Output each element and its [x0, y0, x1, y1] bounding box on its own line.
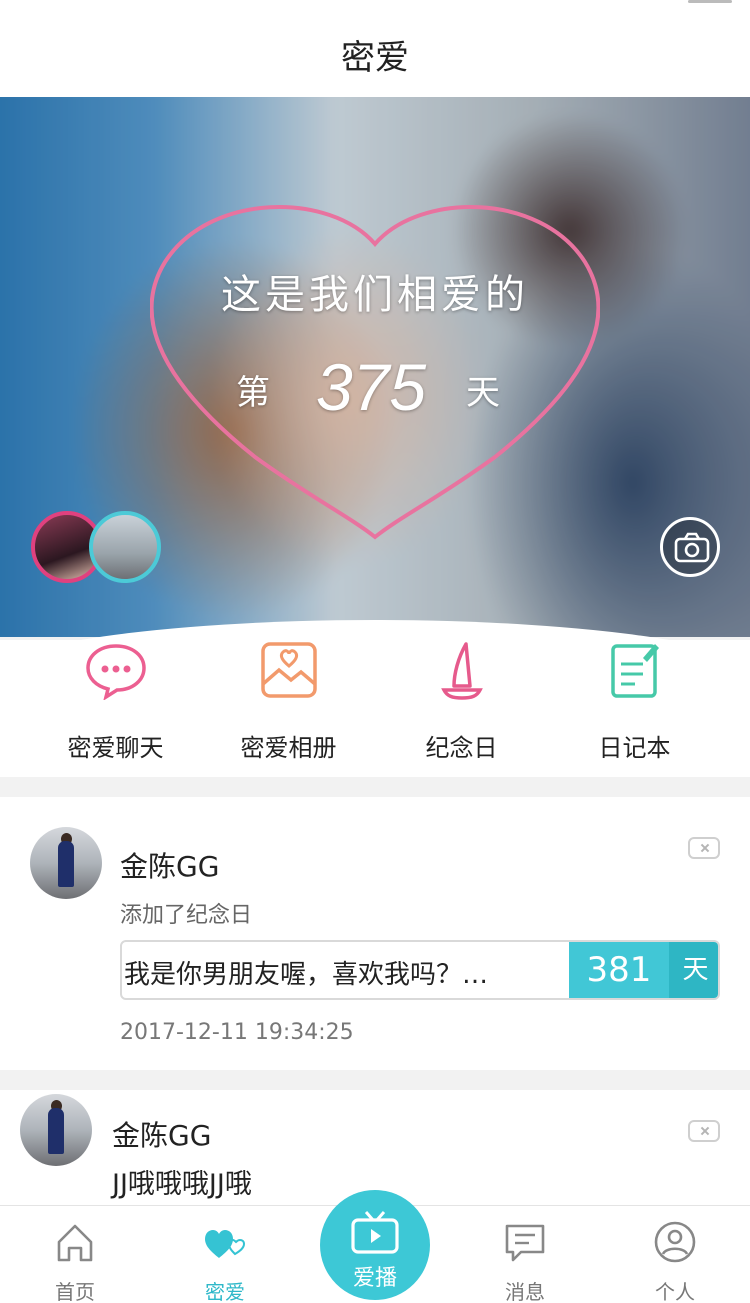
tab-label: 爱播: [352, 1266, 397, 1291]
tab-profile[interactable]: 个人: [600, 1206, 750, 1303]
day-prefix: 第: [236, 373, 270, 413]
couple-hero-banner[interactable]: 这是我们相爱的 第 375 天: [0, 97, 750, 637]
nav-bar: 密爱: [0, 0, 750, 97]
quick-action-label: 密爱聊天: [67, 734, 164, 762]
feed-user-name[interactable]: 金陈GG: [120, 845, 219, 885]
dismiss-button[interactable]: [688, 1120, 720, 1142]
feed-card[interactable]: 金陈GG 添加了纪念日 我是你男朋友喔，喜欢我吗？… 381 天 2017-12…: [0, 797, 750, 1070]
partner-avatar-male[interactable]: [89, 511, 161, 583]
anniversary-memo[interactable]: 我是你男朋友喔，喜欢我吗？… 381 天: [120, 940, 720, 1000]
tab-label: 消息: [505, 1280, 545, 1303]
tab-label: 首页: [55, 1280, 95, 1303]
status-bar-indicator: [688, 0, 732, 3]
page-title: 密爱: [341, 38, 409, 78]
sailboat-icon: [440, 642, 483, 700]
memo-day-unit: 天: [669, 942, 718, 998]
change-cover-button[interactable]: [660, 517, 720, 577]
memo-day-count: 381: [569, 942, 669, 998]
memo-text: 我是你男朋友喔，喜欢我吗？…: [124, 960, 489, 990]
camera-icon: [674, 532, 710, 563]
message-icon: [505, 1224, 545, 1262]
feed-timestamp: 2017-12-11 19:34:25: [120, 1020, 354, 1045]
quick-action-label: 密爱相册: [240, 734, 337, 762]
feed-user-name[interactable]: 金陈GG: [112, 1114, 211, 1154]
day-suffix: 天: [466, 373, 500, 413]
tab-live-broadcast[interactable]: 爱播: [320, 1190, 430, 1300]
feed-content-text: JJ哦哦哦JJ哦: [112, 1169, 252, 1200]
person-icon: [654, 1221, 696, 1263]
photo-album-icon: [260, 642, 317, 698]
chat-bubble-icon: [85, 644, 146, 700]
quick-action-label: 纪念日: [425, 734, 498, 762]
home-icon: [57, 1224, 93, 1262]
user-avatar[interactable]: [30, 827, 102, 899]
hearts-icon: [205, 1230, 246, 1258]
tab-messages[interactable]: 消息: [450, 1206, 600, 1303]
love-headline: 这是我们相爱的: [221, 272, 529, 318]
tab-home[interactable]: 首页: [0, 1206, 150, 1303]
quick-actions: 密爱聊天 密爱相册 纪念日 日记本: [0, 640, 750, 777]
feed-action-text: 添加了纪念日: [120, 903, 253, 928]
tab-love[interactable]: 密爱: [150, 1206, 300, 1303]
dismiss-button[interactable]: [688, 837, 720, 859]
tab-label: 个人: [655, 1280, 695, 1303]
user-avatar[interactable]: [20, 1094, 92, 1166]
notebook-icon: [610, 644, 659, 698]
quick-action-label: 日记本: [598, 734, 671, 762]
tab-label: 密爱: [205, 1280, 245, 1303]
tv-play-icon: [351, 1211, 399, 1254]
love-day-count: 375: [316, 350, 427, 424]
